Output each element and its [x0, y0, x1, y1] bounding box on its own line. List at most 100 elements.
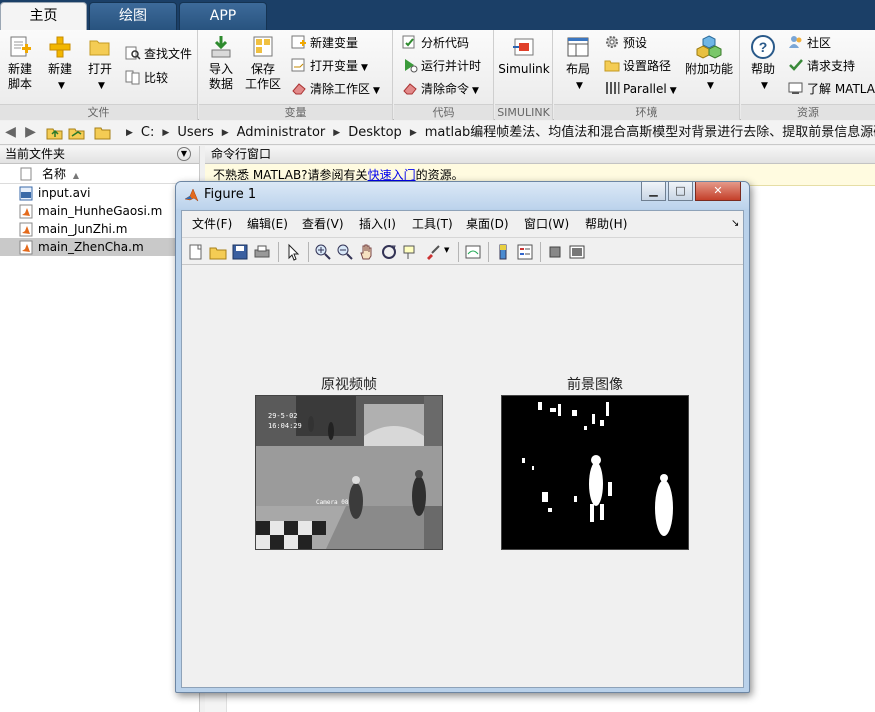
open-file-icon[interactable]	[209, 243, 227, 261]
breadcrumb-item[interactable]: Users	[177, 125, 213, 140]
figure-menubar: 文件(F) 编辑(E) 查看(V) 插入(I) 工具(T) 桌面(D) 窗口(W…	[182, 211, 743, 237]
brush-icon[interactable]	[424, 243, 442, 261]
up-folder-icon[interactable]	[46, 124, 63, 141]
find-files-button[interactable]: 查找文件	[125, 44, 192, 64]
rotate-3d-icon[interactable]	[380, 243, 398, 261]
import-data-button[interactable]: 导入 数据	[203, 34, 239, 92]
breadcrumb-item[interactable]: Administrator	[237, 125, 326, 140]
foreground-mask-image[interactable]	[501, 395, 689, 550]
colorbar-icon[interactable]	[494, 243, 512, 261]
preferences-button[interactable]: 预设	[604, 33, 647, 53]
brush-dropdown-icon[interactable]: ▼	[444, 246, 449, 254]
breadcrumb[interactable]: ▶ C: ▶ Users ▶ Administrator ▶ Desktop ▶ matlab编程…	[118, 124, 875, 142]
menu-help[interactable]: 帮助(H)	[585, 211, 627, 237]
pointer-icon[interactable]	[284, 243, 302, 261]
clear-commands-button[interactable]: 清除命令 ▼	[402, 79, 479, 99]
tab-apps[interactable]: APP	[179, 2, 267, 30]
compare-button[interactable]: 比较	[125, 68, 168, 88]
menu-desktop[interactable]: 桌面(D)	[466, 211, 509, 237]
breadcrumb-item[interactable]: C:	[141, 125, 154, 140]
parallel-dropdown-icon[interactable]: ▼	[670, 86, 677, 96]
save-workspace-button[interactable]: 保存 工作区	[243, 34, 283, 92]
file-row[interactable]: main_HunheGaosi.m	[0, 202, 199, 220]
parallel-button[interactable]: Parallel ▼	[604, 79, 677, 99]
new-dropdown-icon[interactable]: ▼	[58, 81, 65, 91]
file-row[interactable]: input.avi	[0, 184, 199, 202]
menu-view[interactable]: 查看(V)	[302, 211, 344, 237]
learn-matlab-button[interactable]: 了解 MATLAB	[788, 79, 875, 99]
new-figure-icon[interactable]	[187, 243, 205, 261]
clear-workspace-button[interactable]: 清除工作区 ▼	[291, 79, 380, 99]
new-script-label-2: 脚本	[7, 77, 32, 91]
open-button[interactable]: 打开 ▼	[84, 34, 116, 94]
m-file-icon	[19, 204, 33, 219]
zoom-in-icon[interactable]	[314, 243, 332, 261]
panel-menu-icon[interactable]: ▼	[177, 147, 191, 161]
tab-plots[interactable]: 绘图	[89, 2, 177, 30]
breadcrumb-item[interactable]: matlab编程帧差法、均值法和混合高斯模型对背景进行去除、提取前景信息源码程序	[425, 125, 875, 140]
axes-title-foreground: 前景图像	[567, 377, 623, 393]
breadcrumb-separator-icon: ▶	[126, 128, 133, 138]
help-dropdown-icon[interactable]: ▼	[761, 81, 768, 91]
request-support-button[interactable]: 请求支持	[788, 56, 855, 76]
file-row[interactable]: main_JunZhi.m	[0, 220, 199, 238]
menu-window[interactable]: 窗口(W)	[524, 211, 569, 237]
figure-window[interactable]: Figure 1 ▁ □ ✕ 文件(F) 编辑(E) 查看(V) 插入(I) 工…	[175, 181, 750, 693]
menu-insert[interactable]: 插入(I)	[359, 211, 396, 237]
toolbar-separator	[458, 242, 459, 262]
community-button[interactable]: 社区	[788, 33, 831, 53]
data-cursor-icon[interactable]	[402, 243, 420, 261]
breadcrumb-item[interactable]: Desktop	[348, 125, 402, 140]
close-button[interactable]: ✕	[695, 182, 741, 201]
new-variable-label: 新建变量	[310, 36, 359, 50]
getting-started-link[interactable]: 快速入门	[368, 168, 416, 182]
group-resources: ? 帮助 ▼ 社区 请求支持 了解 MATLAB 资源	[741, 30, 875, 120]
print-icon[interactable]	[253, 243, 271, 261]
hide-plot-tools-icon[interactable]	[546, 243, 564, 261]
set-path-button[interactable]: 设置路径	[604, 56, 671, 76]
column-name-label: 名称	[42, 167, 67, 181]
clear-workspace-dropdown-icon[interactable]: ▼	[373, 86, 380, 96]
menu-edit[interactable]: 编辑(E)	[247, 211, 288, 237]
new-button[interactable]: 新建 ▼	[44, 34, 76, 94]
layout-button[interactable]: 布局 ▼	[560, 34, 596, 94]
minimize-button[interactable]: ▁	[641, 182, 666, 201]
back-arrow-icon[interactable]: ◀	[2, 124, 19, 141]
analyze-code-button[interactable]: 分析代码	[402, 33, 469, 53]
run-and-time-button[interactable]: 运行并计时	[402, 56, 481, 76]
file-name: main_JunZhi.m	[38, 222, 128, 236]
file-row[interactable]: main_ZhenCha.m	[0, 238, 199, 256]
frame-overlay-camera: Camera 08	[316, 499, 349, 506]
save-workspace-icon	[253, 36, 273, 57]
open-dropdown-icon[interactable]: ▼	[98, 81, 105, 91]
forward-arrow-icon[interactable]: ▶	[22, 124, 39, 141]
menu-tools[interactable]: 工具(T)	[412, 211, 453, 237]
link-plot-icon[interactable]	[464, 243, 482, 261]
clear-commands-dropdown-icon[interactable]: ▼	[472, 86, 479, 96]
legend-icon[interactable]	[516, 243, 534, 261]
column-header-name[interactable]: 名称 ▲	[0, 164, 199, 184]
tab-home[interactable]: 主页	[0, 2, 87, 30]
new-variable-button[interactable]: 新建变量	[291, 33, 358, 53]
figure-canvas[interactable]: 原视频帧 29-5-02 16:04:29 Camera 08 前景图像	[182, 266, 743, 687]
menu-file[interactable]: 文件(F)	[192, 211, 232, 237]
browse-folder-icon[interactable]	[68, 124, 85, 141]
dock-arrow-icon[interactable]: ↘	[731, 211, 739, 237]
addons-dropdown-icon[interactable]: ▼	[707, 81, 714, 91]
help-button[interactable]: ? 帮助 ▼	[745, 34, 781, 94]
open-variable-dropdown-icon[interactable]: ▼	[361, 63, 368, 73]
layout-dropdown-icon[interactable]: ▼	[576, 81, 583, 91]
maximize-button[interactable]: □	[668, 182, 693, 201]
show-plot-tools-icon[interactable]	[568, 243, 586, 261]
learn-matlab-label: 了解 MATLAB	[807, 82, 875, 96]
zoom-out-icon[interactable]	[336, 243, 354, 261]
new-script-button[interactable]: 新建 脚本	[4, 34, 36, 92]
figure-titlebar[interactable]: Figure 1 ▁ □ ✕	[176, 182, 749, 209]
open-variable-button[interactable]: 打开变量 ▼	[291, 56, 368, 76]
pan-hand-icon[interactable]	[358, 243, 376, 261]
original-frame-image[interactable]: 29-5-02 16:04:29 Camera 08	[255, 395, 443, 550]
save-icon[interactable]	[231, 243, 249, 261]
address-bar: ◀ ▶ ▶ C: ▶ Users ▶ Administrator ▶ Desktop ▶ matl…	[0, 121, 875, 145]
addons-button[interactable]: 附加功能 ▼	[682, 34, 736, 94]
simulink-button[interactable]: Simulink	[498, 34, 550, 77]
